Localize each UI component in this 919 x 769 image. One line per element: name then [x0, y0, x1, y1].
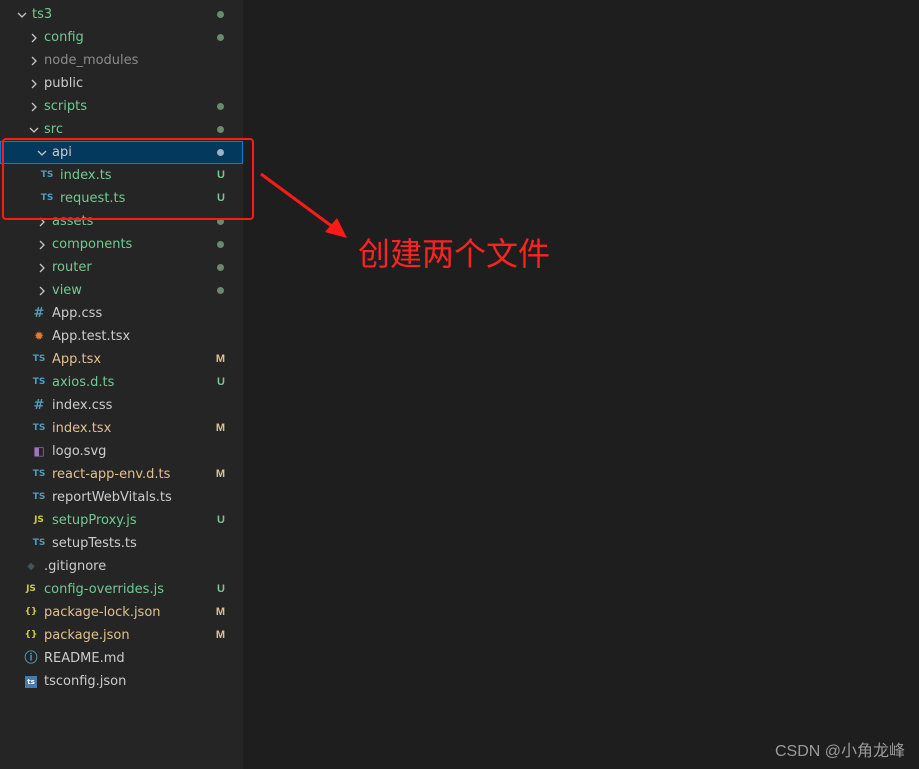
item-label: ts3	[32, 7, 53, 22]
item-label: package-lock.json	[44, 605, 161, 620]
item-label: axios.d.ts	[52, 375, 115, 390]
item-label: README.md	[44, 651, 125, 666]
folder-row-components[interactable]: components	[0, 233, 243, 256]
item-label: index.tsx	[52, 421, 112, 436]
git-status-dot-icon	[217, 264, 224, 271]
git-status-badge: M	[215, 422, 225, 434]
typescript-icon: TS	[32, 377, 46, 387]
file-tree: ts3 config node_modules public scripts src api…	[0, 3, 243, 693]
file-row-axios-d-ts[interactable]: TS axios.d.ts U	[0, 371, 243, 394]
javascript-icon: JS	[26, 584, 36, 594]
item-label: setupTests.ts	[52, 536, 137, 551]
test-icon: ✹	[33, 329, 45, 343]
item-label: config-overrides.js	[44, 582, 164, 597]
file-row-setupproxy-js[interactable]: JS setupProxy.js U	[0, 509, 243, 532]
item-label: components	[52, 237, 133, 252]
git-status-badge: U	[217, 583, 225, 595]
typescript-icon: TS	[32, 469, 46, 479]
file-row-app-css[interactable]: # App.css	[0, 302, 243, 325]
file-row-index-tsx[interactable]: TS index.tsx M	[0, 417, 243, 440]
folder-row-config[interactable]: config	[0, 26, 243, 49]
typescript-icon: TS	[32, 423, 46, 433]
explorer-sidebar: ts3 config node_modules public scripts src api…	[0, 0, 243, 769]
git-status-badge: U	[217, 514, 225, 526]
item-label: scripts	[44, 99, 87, 114]
file-row-index-css[interactable]: # index.css	[0, 394, 243, 417]
file-row-logo-svg[interactable]: ◧ logo.svg	[0, 440, 243, 463]
folder-row-public[interactable]: public	[0, 72, 243, 95]
item-label: node_modules	[44, 53, 139, 68]
annotation-text: 创建两个文件	[358, 235, 551, 273]
chevron-right-icon[interactable]	[26, 95, 42, 118]
watermark: CSDN @小角龙峰	[774, 743, 905, 760]
git-status-badge: M	[215, 606, 225, 618]
chevron-down-icon[interactable]	[14, 3, 30, 26]
folder-row-router[interactable]: router	[0, 256, 243, 279]
typescript-icon: TS	[32, 354, 46, 364]
chevron-right-icon[interactable]	[34, 256, 50, 279]
file-row-tsconfig-json[interactable]: ts tsconfig.json	[0, 670, 243, 693]
tsconfig-icon: ts	[25, 676, 37, 688]
chevron-right-icon[interactable]	[26, 49, 42, 72]
git-icon: ◆	[27, 561, 35, 572]
file-row--gitignore[interactable]: ◆ .gitignore	[0, 555, 243, 578]
svg-icon: ◧	[33, 444, 45, 458]
item-label: App.tsx	[52, 352, 102, 367]
git-status-dot-icon	[217, 241, 224, 248]
git-status-badge: M	[215, 468, 225, 480]
item-label: App.css	[52, 306, 103, 321]
file-row-config-overrides-js[interactable]: JS config-overrides.js U	[0, 578, 243, 601]
item-label: config	[44, 30, 84, 45]
git-status-dot-icon	[217, 287, 224, 294]
item-label: .gitignore	[44, 559, 107, 574]
file-row-react-app-env-d-ts[interactable]: TS react-app-env.d.ts M	[0, 463, 243, 486]
item-label: package.json	[44, 628, 130, 643]
typescript-icon: TS	[32, 492, 46, 502]
git-status-dot-icon	[217, 34, 224, 41]
chevron-right-icon[interactable]	[34, 279, 50, 302]
info-icon: ⓘ	[24, 651, 38, 666]
editor-area	[243, 0, 919, 769]
item-label: view	[52, 283, 82, 298]
item-label: setupProxy.js	[52, 513, 137, 528]
file-row-reportwebvitals-ts[interactable]: TS reportWebVitals.ts	[0, 486, 243, 509]
git-status-badge: U	[217, 376, 225, 388]
file-row-readme-md[interactable]: ⓘ README.md	[0, 647, 243, 670]
git-status-dot-icon	[217, 103, 224, 110]
item-label: public	[44, 76, 84, 91]
folder-row-scripts[interactable]: scripts	[0, 95, 243, 118]
folder-row-node-modules[interactable]: node_modules	[0, 49, 243, 72]
item-label: react-app-env.d.ts	[52, 467, 171, 482]
json-icon: {}	[24, 607, 38, 617]
css-icon: #	[33, 398, 45, 413]
item-label: logo.svg	[52, 444, 107, 459]
folder-row-ts3[interactable]: ts3	[0, 3, 243, 26]
highlight-box	[2, 138, 254, 220]
javascript-icon: JS	[34, 515, 44, 525]
folder-row-view[interactable]: view	[0, 279, 243, 302]
item-label: App.test.tsx	[52, 329, 131, 344]
file-row-package-json[interactable]: {} package.json M	[0, 624, 243, 647]
git-status-dot-icon	[217, 11, 224, 18]
file-row-package-lock-json[interactable]: {} package-lock.json M	[0, 601, 243, 624]
file-row-app-test-tsx[interactable]: ✹ App.test.tsx	[0, 325, 243, 348]
file-row-setuptests-ts[interactable]: TS setupTests.ts	[0, 532, 243, 555]
arrow-icon	[260, 172, 347, 238]
chevron-right-icon[interactable]	[26, 26, 42, 49]
git-status-badge: M	[215, 353, 225, 365]
chevron-right-icon[interactable]	[26, 72, 42, 95]
item-label: reportWebVitals.ts	[52, 490, 172, 505]
git-status-dot-icon	[217, 126, 224, 133]
json-icon: {}	[24, 630, 38, 640]
typescript-icon: TS	[32, 538, 46, 548]
chevron-right-icon[interactable]	[34, 233, 50, 256]
css-icon: #	[33, 306, 45, 321]
git-status-badge: M	[215, 629, 225, 641]
item-label: router	[52, 260, 92, 275]
item-label: index.css	[52, 398, 113, 413]
file-row-app-tsx[interactable]: TS App.tsx M	[0, 348, 243, 371]
item-label: tsconfig.json	[44, 674, 127, 689]
